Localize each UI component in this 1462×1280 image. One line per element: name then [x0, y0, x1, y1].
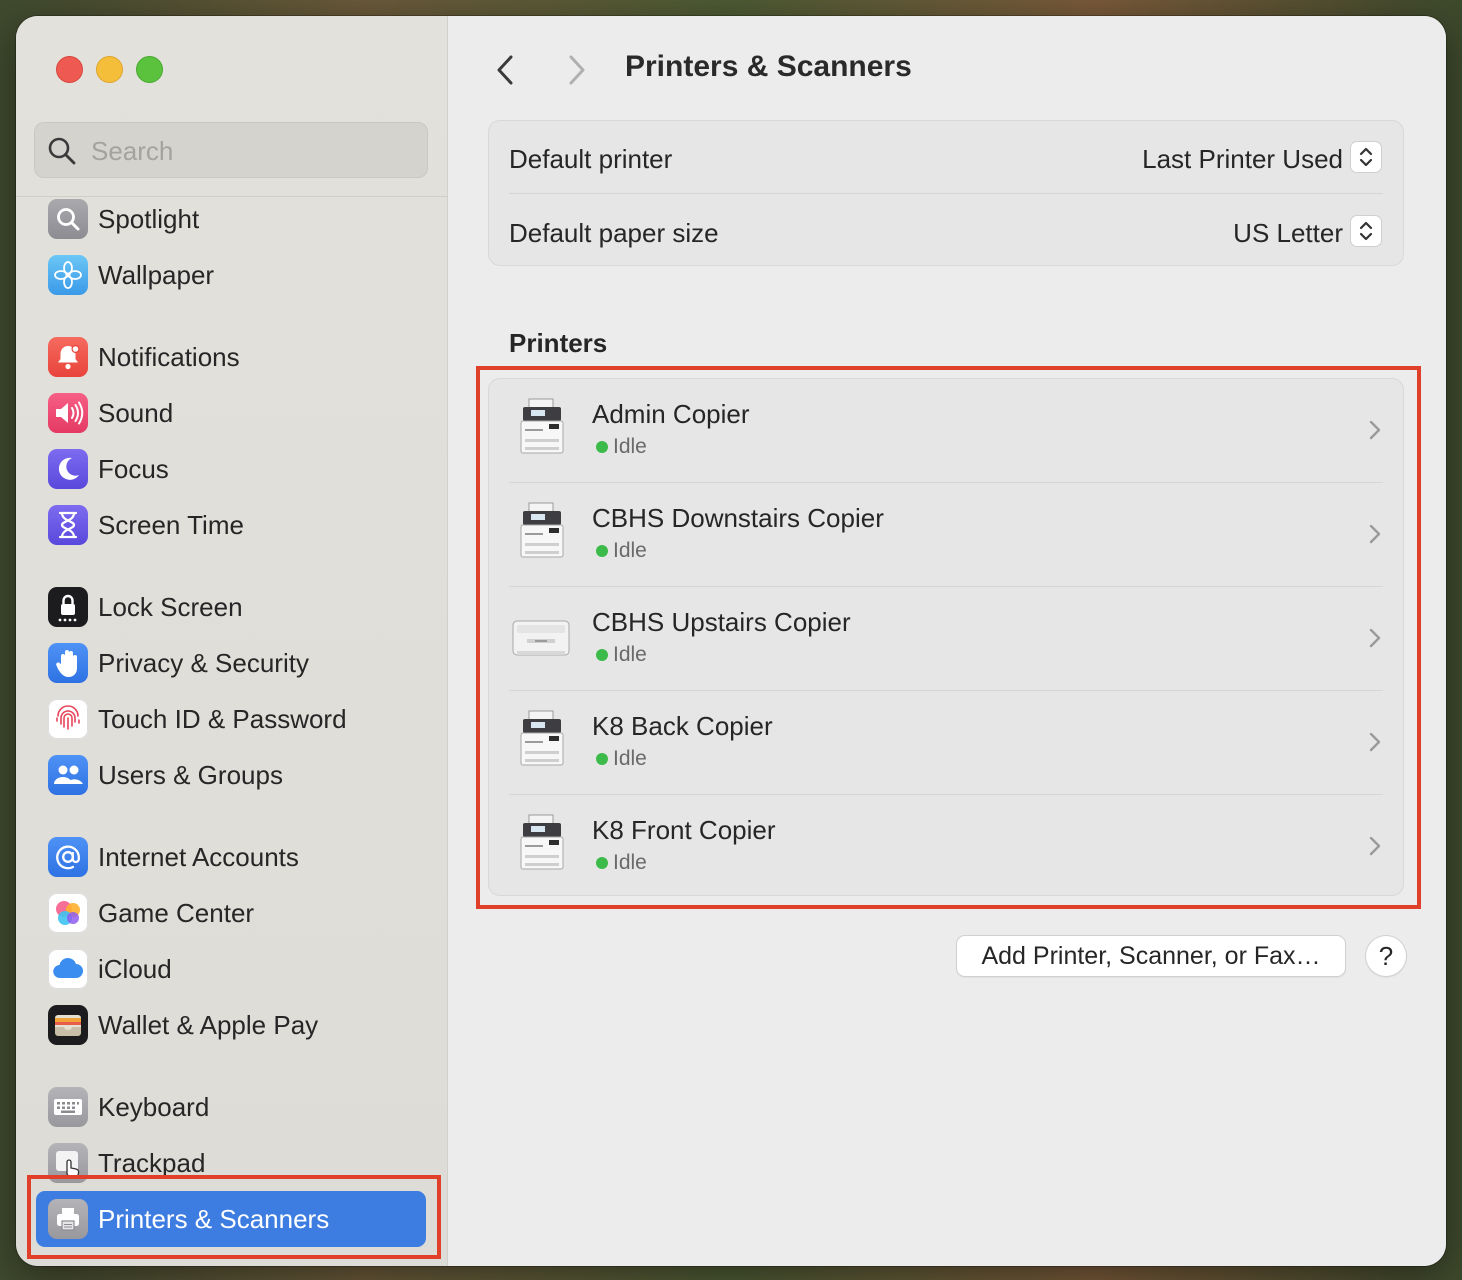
default-paper-size-value[interactable]: US Letter — [1233, 218, 1343, 249]
speaker-icon — [48, 393, 88, 433]
default-paper-size-popup-button[interactable] — [1351, 216, 1381, 246]
at-icon — [48, 837, 88, 877]
sidebar-item-internet-accounts[interactable]: Internet Accounts — [36, 829, 426, 885]
sidebar-item-touch-id-password[interactable]: Touch ID & Password — [36, 691, 426, 747]
sidebar-item-privacy-security[interactable]: Privacy & Security — [36, 635, 426, 691]
sidebar-item-label: Wallet & Apple Pay — [98, 1010, 319, 1040]
sidebar-item-lock-screen[interactable]: Lock Screen — [36, 579, 426, 635]
moon-icon — [48, 449, 88, 489]
cloud-icon — [48, 949, 88, 989]
sidebar-item-users-groups[interactable]: Users & Groups — [36, 747, 426, 803]
sidebar-item-focus[interactable]: Focus — [36, 441, 426, 497]
users-icon — [48, 755, 88, 795]
sidebar-item-wallet-apple-pay[interactable]: Wallet & Apple Pay — [36, 997, 426, 1053]
sidebar-item-label: Touch ID & Password — [98, 704, 347, 734]
forward-button[interactable] — [558, 52, 594, 88]
sidebar-item-label: Users & Groups — [98, 760, 283, 790]
search-icon — [48, 137, 76, 165]
up-down-chevron-icon — [1359, 221, 1373, 241]
sidebar-item-label: Keyboard — [98, 1092, 210, 1122]
wallet-icon — [48, 1005, 88, 1045]
sidebar-item-label: Focus — [98, 454, 169, 484]
default-printer-label: Default printer — [509, 144, 673, 174]
sidebar-item-spotlight[interactable]: Spotlight — [36, 191, 426, 247]
sidebar-item-icloud[interactable]: iCloud — [36, 941, 426, 997]
up-down-chevron-icon — [1359, 147, 1373, 167]
game-center-icon — [48, 893, 88, 933]
add-printer-scanner-fax-button[interactable]: Add Printer, Scanner, or Fax… — [957, 936, 1345, 976]
sidebar-item-screen-time[interactable]: Screen Time — [36, 497, 426, 553]
sidebar-item-label: Internet Accounts — [98, 842, 299, 872]
help-button[interactable]: ? — [1366, 936, 1406, 976]
sidebar-item-label: Notifications — [98, 342, 240, 372]
sidebar-item-wallpaper[interactable]: Wallpaper — [36, 247, 426, 303]
page-title: Printers & Scanners — [625, 50, 912, 83]
printers-section-title: Printers — [509, 328, 608, 358]
settings-window: Spotlight Wallpaper Notifications — [16, 16, 1446, 1266]
magnifier-icon — [48, 199, 88, 239]
back-button[interactable] — [488, 52, 524, 88]
annotation-highlight-sidebar — [27, 1175, 441, 1259]
hourglass-icon — [48, 505, 88, 545]
close-window-button[interactable] — [56, 56, 83, 83]
search-input[interactable] — [89, 131, 413, 171]
flower-icon — [48, 255, 88, 295]
defaults-group: Default printer Last Printer Used Defaul… — [488, 120, 1404, 266]
sidebar-item-label: Privacy & Security — [98, 648, 309, 678]
sidebar-item-label: Sound — [98, 398, 174, 428]
sidebar-item-label: Lock Screen — [98, 592, 243, 622]
fingerprint-icon — [48, 699, 88, 739]
keyboard-icon — [48, 1087, 88, 1127]
default-printer-value[interactable]: Last Printer Used — [1142, 144, 1343, 175]
annotation-highlight-printers — [476, 366, 1421, 909]
sidebar-item-label: Game Center — [98, 898, 255, 928]
sidebar-item-label: iCloud — [98, 954, 172, 984]
sidebar-item-sound[interactable]: Sound — [36, 385, 426, 441]
sidebar-item-label: Screen Time — [98, 510, 244, 540]
zoom-window-button[interactable] — [136, 56, 163, 83]
search-field[interactable] — [34, 122, 428, 178]
lock-icon — [48, 587, 88, 627]
default-paper-size-label: Default paper size — [509, 218, 719, 248]
sidebar-item-keyboard[interactable]: Keyboard — [36, 1079, 426, 1135]
row-separator — [509, 193, 1383, 194]
hand-icon — [48, 643, 88, 683]
sidebar-item-label: Spotlight — [98, 204, 200, 234]
main-content: Printers & Scanners Default printer Last… — [448, 16, 1446, 1266]
sidebar-item-notifications[interactable]: Notifications — [36, 329, 426, 385]
bell-icon — [48, 337, 88, 377]
sidebar-item-label: Wallpaper — [98, 260, 215, 290]
sidebar: Spotlight Wallpaper Notifications — [16, 16, 448, 1266]
minimize-window-button[interactable] — [96, 56, 123, 83]
sidebar-item-game-center[interactable]: Game Center — [36, 885, 426, 941]
default-printer-popup-button[interactable] — [1351, 142, 1381, 172]
